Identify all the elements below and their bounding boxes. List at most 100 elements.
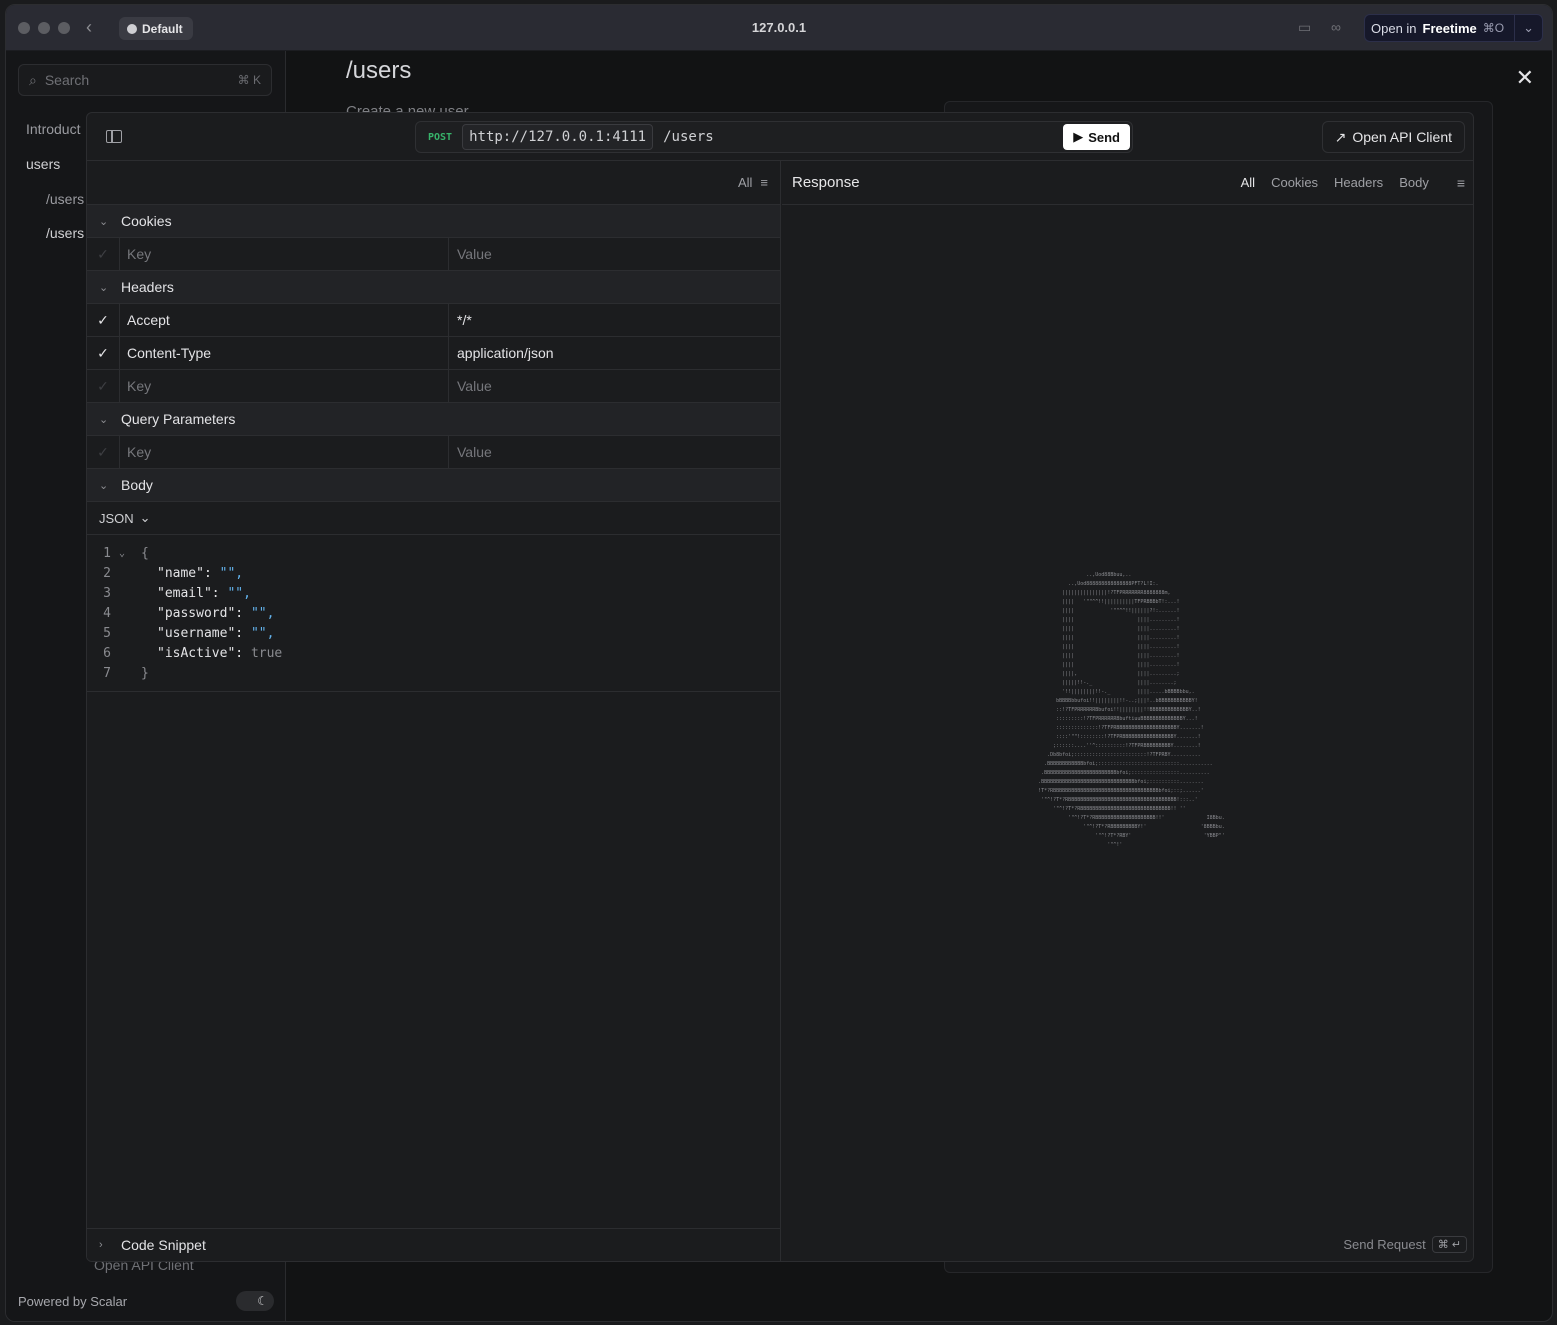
value-input[interactable]: Value xyxy=(449,370,780,402)
response-title: Response xyxy=(792,174,860,191)
key-input[interactable]: Key xyxy=(120,370,449,402)
code-text: { xyxy=(141,545,149,561)
line-number: 6 xyxy=(103,645,111,661)
send-request-hint[interactable]: Send Request ⌘ ↵ xyxy=(1343,1236,1467,1253)
checkbox[interactable]: ✓ xyxy=(87,337,120,369)
cookies-section-header[interactable]: ⌄ Cookies xyxy=(87,205,780,238)
scalar-ascii-logo: ..,Uod88Bbuu,.. ..,Uod888888888888888PFT… xyxy=(1038,572,1225,848)
line-number: 7 xyxy=(103,665,111,681)
value-input[interactable]: */* xyxy=(449,304,780,336)
json-key: "isActive" xyxy=(157,645,236,661)
json-value: "", xyxy=(219,565,244,581)
value-input[interactable]: application/json xyxy=(449,337,780,369)
open-api-client-button[interactable]: ↗ Open API Client xyxy=(1321,121,1465,153)
cookies-title: Cookies xyxy=(121,213,172,229)
code-line: 5 "username": "", xyxy=(87,623,780,643)
value-input[interactable]: Value xyxy=(449,238,780,270)
arrow-up-right-icon: ↗ xyxy=(1334,128,1347,145)
code-text: } xyxy=(141,665,149,681)
code-line: 1 ⌄ { xyxy=(87,543,780,563)
reader-icon[interactable]: ▭ xyxy=(1298,19,1318,37)
code-line: 2 "name": "", xyxy=(87,563,780,583)
body-type-selector[interactable]: JSON ⌄ xyxy=(87,502,780,535)
tab-cookies[interactable]: Cookies xyxy=(1271,175,1318,190)
key-input[interactable]: Content-Type xyxy=(120,337,449,369)
chevron-down-icon: ⌄ xyxy=(99,215,109,228)
chevron-down-icon[interactable]: ⌄ xyxy=(1514,15,1542,41)
checkbox[interactable]: ✓ xyxy=(87,304,120,336)
body-editor[interactable]: 1 ⌄ { 2 "name": "", 3 "email": "", 4 "pa… xyxy=(87,535,780,692)
header-row-empty: ✓ Key Value xyxy=(87,370,780,403)
open-in-shortcut: ⌘O xyxy=(1482,21,1505,35)
json-key: "password" xyxy=(157,605,236,621)
code-snippet-section-header[interactable]: › Code Snippet xyxy=(87,1228,780,1261)
send-button[interactable]: ▶ Send xyxy=(1063,124,1130,150)
link-icon[interactable]: ∞ xyxy=(1331,19,1351,37)
headers-title: Headers xyxy=(121,279,174,295)
checkbox[interactable]: ✓ xyxy=(87,436,120,468)
json-value: true xyxy=(250,645,283,661)
checkbox[interactable]: ✓ xyxy=(87,370,120,402)
json-value: "", xyxy=(250,625,275,641)
checkbox[interactable]: ✓ xyxy=(87,238,120,270)
tab-all[interactable]: All xyxy=(1241,175,1255,190)
header-row: ✓ Accept */* xyxy=(87,304,780,337)
line-number: 5 xyxy=(103,625,111,641)
body-type-label: JSON xyxy=(99,510,134,526)
browser-window: ‹ Default 127.0.0.1 ▭ ∞ Open in Freetime… xyxy=(5,4,1553,1322)
line-number: 1 xyxy=(103,545,111,561)
close-icon[interactable]: ✕ xyxy=(1516,65,1534,91)
open-in-app-name: Freetime xyxy=(1422,20,1477,36)
response-tabs: All Cookies Headers Body ≡ xyxy=(1241,175,1465,191)
api-client-modal: POST http://127.0.0.1:4111 /users ▶ Send… xyxy=(86,112,1474,1262)
cookie-row-empty: ✓ Key Value xyxy=(87,238,780,271)
chevron-down-icon: ⌄ xyxy=(139,510,151,525)
request-pane: All ≡ ⌄ Cookies ✓ Key Value ⌄ Headers ✓ … xyxy=(87,161,781,1261)
tab-body[interactable]: Body xyxy=(1399,175,1429,190)
dark-mode-toggle[interactable]: ☾ xyxy=(236,1291,274,1311)
sidebar-toggle-icon[interactable] xyxy=(106,130,122,143)
line-number: 2 xyxy=(103,565,111,581)
filter-label: All xyxy=(737,175,753,190)
key-input[interactable]: Accept xyxy=(120,304,449,336)
path-input[interactable]: /users xyxy=(663,129,714,145)
powered-by-scalar[interactable]: Powered by Scalar xyxy=(18,1294,127,1309)
sidebar-item-users[interactable]: users xyxy=(26,156,60,172)
value-input[interactable]: Value xyxy=(449,436,780,468)
code-line: 6 "isActive": true xyxy=(87,643,780,663)
code-line: 7 } xyxy=(87,663,780,683)
line-number: 4 xyxy=(103,605,111,621)
chevron-down-icon: ⌄ xyxy=(99,413,109,426)
search-input[interactable]: ⌕ Search ⌘ K xyxy=(18,64,272,96)
search-icon: ⌕ xyxy=(29,71,37,88)
send-request-shortcut: ⌘ ↵ xyxy=(1431,1236,1467,1253)
url-title[interactable]: 127.0.0.1 xyxy=(6,20,1552,35)
code-line: 3 "email": "", xyxy=(87,583,780,603)
line-number: 3 xyxy=(103,585,111,601)
query-section-header[interactable]: ⌄ Query Parameters xyxy=(87,403,780,436)
response-pane: Response All Cookies Headers Body ≡ ..,U… xyxy=(782,161,1473,1261)
filter-icon[interactable]: ≡ xyxy=(1457,175,1465,191)
server-selector[interactable]: http://127.0.0.1:4111 xyxy=(462,124,654,150)
open-in-freetime-button[interactable]: Open in Freetime ⌘O ⌄ xyxy=(1364,14,1543,42)
request-filter[interactable]: All ≡ xyxy=(87,161,780,205)
key-input[interactable]: Key xyxy=(120,238,449,270)
tab-headers[interactable]: Headers xyxy=(1334,175,1383,190)
json-value: "", xyxy=(250,605,275,621)
query-row-empty: ✓ Key Value xyxy=(87,436,780,469)
body-section-header[interactable]: ⌄ Body xyxy=(87,469,780,502)
headers-section-header[interactable]: ⌄ Headers xyxy=(87,271,780,304)
key-input[interactable]: Key xyxy=(120,436,449,468)
filter-icon: ≡ xyxy=(760,175,768,190)
json-key: "email" xyxy=(157,585,212,601)
query-title: Query Parameters xyxy=(121,411,236,427)
title-bar: ‹ Default 127.0.0.1 ▭ ∞ Open in Freetime… xyxy=(6,5,1552,51)
method-selector[interactable]: POST xyxy=(428,132,452,143)
fold-chevron-icon[interactable]: ⌄ xyxy=(119,548,141,559)
sidebar-item-users-get[interactable]: /users xyxy=(46,191,84,207)
open-api-client-label: Open API Client xyxy=(1352,129,1452,145)
sidebar-item-users-post[interactable]: /users xyxy=(46,225,84,241)
sidebar-item-introduction[interactable]: Introduct xyxy=(26,121,80,137)
code-line: 4 "password": "", xyxy=(87,603,780,623)
search-placeholder: Search xyxy=(44,72,90,88)
